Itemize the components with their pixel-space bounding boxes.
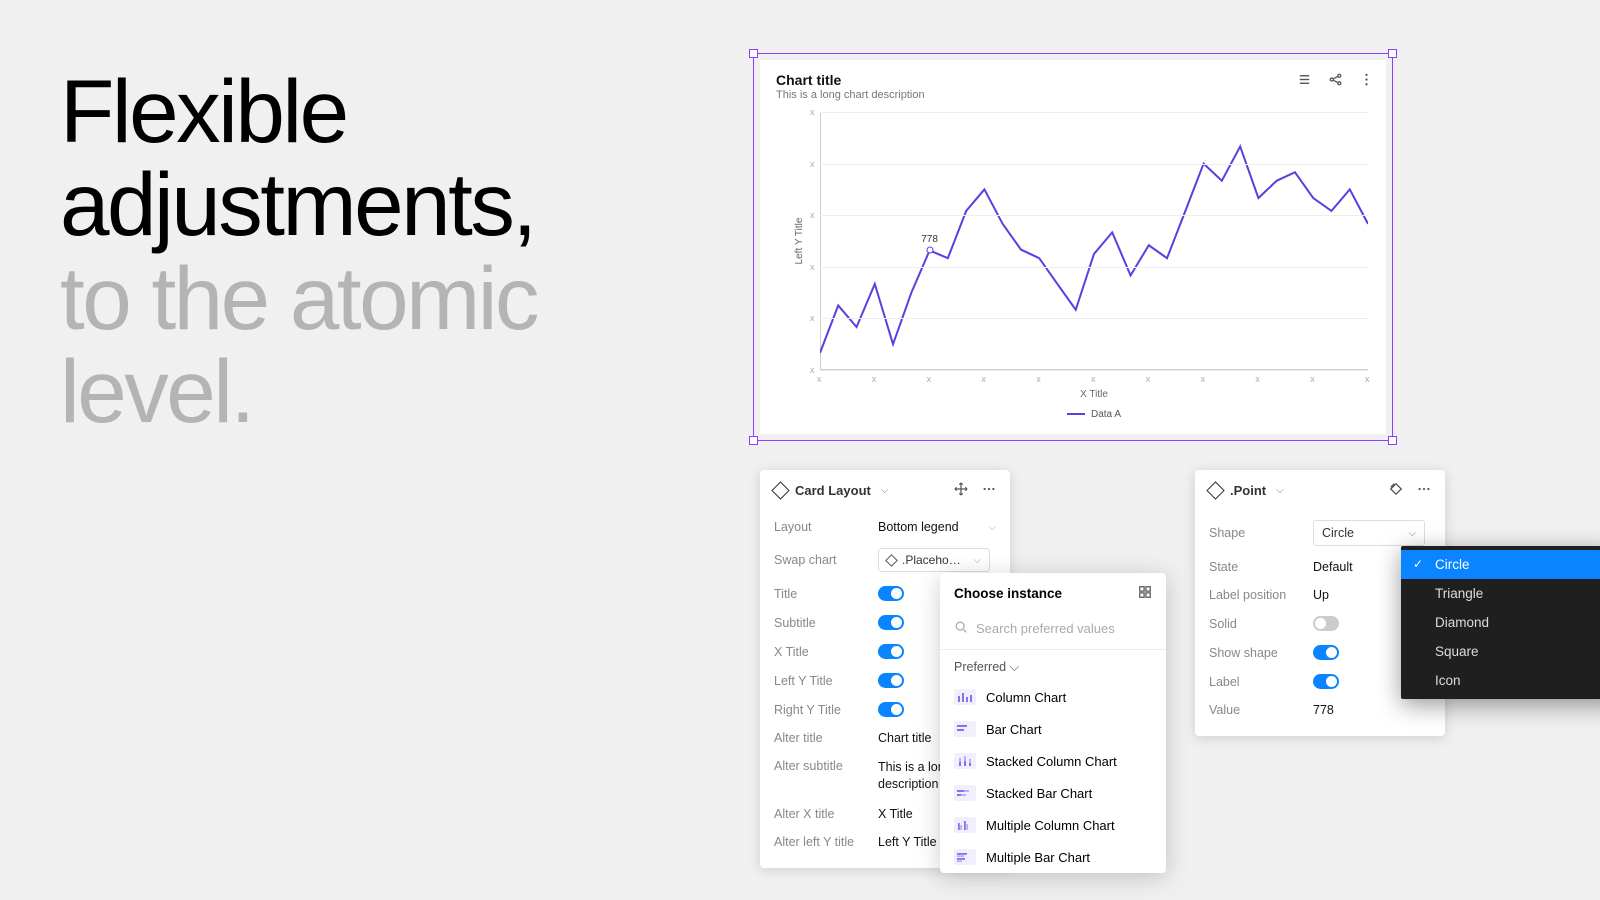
chart-thumb-icon xyxy=(954,689,976,705)
picker-section-label[interactable]: Preferred ⌵ xyxy=(940,650,1166,681)
dropdown-item[interactable]: Triangle xyxy=(1401,579,1600,608)
detach-icon[interactable] xyxy=(1389,482,1403,499)
search-icon xyxy=(954,620,968,637)
resize-handle-bottom-right[interactable] xyxy=(1388,436,1397,445)
chart-title: Chart title xyxy=(776,72,1370,88)
chart-thumb-icon xyxy=(954,817,976,833)
chart-card: Chart title This is a long chart descrip… xyxy=(760,60,1386,434)
headline-line-4: level. xyxy=(60,345,537,438)
picker-item[interactable]: Column Chart xyxy=(940,681,1166,713)
move-icon[interactable] xyxy=(954,482,968,499)
subtitle-toggle[interactable] xyxy=(878,615,904,630)
picker-search[interactable]: Search preferred values xyxy=(940,614,1166,650)
title-toggle[interactable] xyxy=(878,586,904,601)
left-y-axis-title: Left Y Title xyxy=(794,218,805,265)
selection-frame[interactable]: Chart title This is a long chart descrip… xyxy=(753,53,1393,441)
dropdown-item[interactable]: Square xyxy=(1401,637,1600,666)
grid-icon[interactable] xyxy=(1138,585,1152,602)
more-vertical-icon[interactable] xyxy=(1359,72,1374,92)
chart-description: This is a long chart description xyxy=(776,89,1370,101)
chart-thumb-icon xyxy=(954,721,976,737)
dropdown-item[interactable]: Diamond xyxy=(1401,608,1600,637)
share-icon[interactable] xyxy=(1328,72,1343,92)
dropdown-item[interactable]: Icon xyxy=(1401,666,1600,695)
solid-toggle[interactable] xyxy=(1313,616,1339,631)
component-icon xyxy=(1206,481,1224,499)
shape-dropdown-menu: CircleTriangleDiamondSquareIcon xyxy=(1401,546,1600,699)
headline-line-1: Flexible xyxy=(60,65,537,158)
chevron-down-icon[interactable]: ⌵ xyxy=(881,485,889,496)
shape-select[interactable]: Circle⌵ xyxy=(1313,520,1425,546)
line-series xyxy=(820,112,1368,370)
marketing-headline: Flexible adjustments, to the atomic leve… xyxy=(60,65,537,439)
lytitle-toggle[interactable] xyxy=(878,673,904,688)
component-icon xyxy=(771,481,789,499)
rytitle-toggle[interactable] xyxy=(878,702,904,717)
highlight-point-icon xyxy=(926,247,933,254)
picker-item[interactable]: Multiple Column Chart xyxy=(940,809,1166,841)
panel-title[interactable]: Card Layout xyxy=(795,483,871,498)
picker-title: Choose instance xyxy=(954,586,1062,601)
resize-handle-bottom-left[interactable] xyxy=(749,436,758,445)
label-toggle[interactable] xyxy=(1313,674,1339,689)
instance-picker-popover: Choose instance Search preferred values … xyxy=(940,573,1166,873)
more-horizontal-icon[interactable] xyxy=(982,482,996,499)
headline-line-3: to the atomic xyxy=(60,252,537,345)
picker-item[interactable]: Bar Chart xyxy=(940,713,1166,745)
picker-item[interactable]: Stacked Column Chart xyxy=(940,745,1166,777)
xtitle-toggle[interactable] xyxy=(878,644,904,659)
chart-thumb-icon xyxy=(954,785,976,801)
panel-title[interactable]: .Point xyxy=(1230,483,1266,498)
show-shape-toggle[interactable] xyxy=(1313,645,1339,660)
value-row[interactable]: Value778 xyxy=(1195,696,1445,724)
more-horizontal-icon[interactable] xyxy=(1417,482,1431,499)
swap-instance-select[interactable]: .Placehol…⌵ xyxy=(878,548,990,572)
highlight-point-label: 778 xyxy=(921,234,938,245)
resize-handle-top-left[interactable] xyxy=(749,49,758,58)
chart-legend: Data A xyxy=(820,409,1368,420)
x-axis-title: X Title xyxy=(820,389,1368,400)
headline-line-2: adjustments, xyxy=(60,158,537,251)
list-icon[interactable] xyxy=(1297,72,1312,92)
chart-thumb-icon xyxy=(954,849,976,865)
chevron-down-icon[interactable]: ⌵ xyxy=(1276,485,1284,496)
layout-row[interactable]: LayoutBottom legend⌵ xyxy=(760,513,1010,541)
chart-thumb-icon xyxy=(954,753,976,769)
search-placeholder: Search preferred values xyxy=(976,621,1115,636)
dropdown-item[interactable]: Circle xyxy=(1401,550,1600,579)
picker-item[interactable]: Multiple Bar Chart xyxy=(940,841,1166,873)
plot-area: Left Y Title X Title Data A xxxxxxxxxxxx… xyxy=(820,112,1368,370)
resize-handle-top-right[interactable] xyxy=(1388,49,1397,58)
picker-item[interactable]: Stacked Bar Chart xyxy=(940,777,1166,809)
